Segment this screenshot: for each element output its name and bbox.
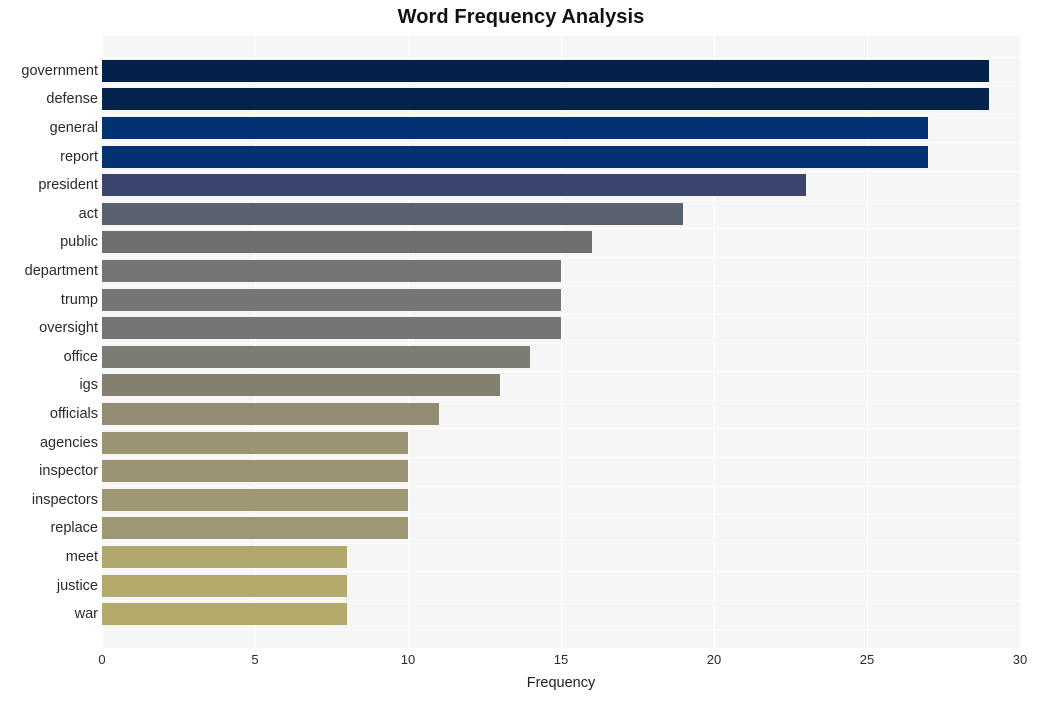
gridline-horizontal [102, 599, 1020, 601]
y-tick-label-justice: justice [56, 577, 98, 594]
bar-justice [102, 574, 347, 597]
gridline-horizontal [102, 456, 1020, 458]
gridline-horizontal [102, 514, 1020, 516]
y-tick-label-public: public [60, 234, 98, 251]
y-tick-label-igs: igs [79, 377, 98, 394]
chart-figure: Word Frequency Analysis government defens… [0, 0, 1042, 701]
bar-government [102, 59, 990, 82]
gridline-horizontal [102, 371, 1020, 373]
gridline-horizontal [102, 285, 1020, 287]
y-tick-label-officials: officials [49, 406, 98, 423]
gridline-horizontal [102, 542, 1020, 544]
y-tick-label-act: act [78, 205, 98, 222]
bar-igs [102, 374, 500, 397]
bar-general [102, 117, 929, 140]
bar-defense [102, 88, 990, 111]
y-tick-label-inspectors: inspectors [31, 491, 98, 508]
bar-officials [102, 403, 439, 426]
gridline-horizontal [102, 113, 1020, 115]
page-title: Word Frequency Analysis [397, 6, 645, 28]
bar-president [102, 174, 806, 197]
gridline-horizontal [102, 313, 1020, 315]
y-tick-label-agencies: agencies [39, 434, 98, 451]
bar-public [102, 231, 592, 254]
y-tick-label-department: department [24, 263, 98, 280]
bar-inspectors [102, 488, 408, 511]
x-tick-label-30: 30 [1012, 652, 1028, 667]
y-tick-label-inspector: inspector [39, 463, 98, 480]
y-tick-label-office: office [63, 348, 98, 365]
x-axis-label: Frequency [526, 675, 596, 691]
bar-report [102, 145, 929, 168]
y-tick-label-government: government [21, 62, 98, 79]
y-tick-label-general: general [49, 120, 98, 137]
gridline-horizontal [102, 85, 1020, 87]
gridline-horizontal [102, 56, 1020, 58]
x-tick-label-5: 5 [251, 652, 259, 667]
y-tick-label-defense: defense [46, 91, 98, 108]
x-tick-label-25: 25 [859, 652, 875, 667]
gridline-horizontal [102, 199, 1020, 201]
bar-replace [102, 517, 408, 540]
gridline-horizontal [102, 142, 1020, 144]
bar-office [102, 345, 531, 368]
gridline-horizontal [102, 428, 1020, 430]
gridline-horizontal [102, 256, 1020, 258]
gridline-horizontal [102, 399, 1020, 401]
bar-war [102, 603, 347, 626]
y-tick-label-trump: trump [60, 291, 98, 308]
gridline-horizontal [102, 571, 1020, 573]
x-tick-label-20: 20 [706, 652, 722, 667]
y-tick-label-president: president [38, 177, 98, 194]
bar-trump [102, 288, 561, 311]
bar-inspector [102, 460, 408, 483]
bar-act [102, 202, 684, 225]
bar-department [102, 260, 561, 283]
x-axis-tick-labels: 0 5 10 15 20 25 30 [98, 652, 1027, 674]
y-tick-label-meet: meet [65, 549, 98, 566]
gridline-horizontal [102, 342, 1020, 344]
x-tick-label-0: 0 [98, 652, 106, 667]
gridline-horizontal [102, 228, 1020, 230]
x-tick-label-15: 15 [553, 652, 569, 667]
y-tick-label-war: war [74, 606, 98, 623]
bar-agencies [102, 431, 408, 454]
y-axis-tick-labels: government defense general report president a… [0, 36, 98, 648]
x-tick-label-10: 10 [400, 652, 416, 667]
gridline-horizontal [102, 170, 1020, 172]
bar-oversight [102, 317, 561, 340]
y-tick-label-report: report [60, 148, 98, 165]
y-tick-label-oversight: oversight [39, 320, 98, 337]
plot-area [102, 36, 1020, 648]
gridline-horizontal [102, 628, 1020, 630]
y-tick-label-replace: replace [50, 520, 98, 537]
gridline-horizontal [102, 485, 1020, 487]
bar-meet [102, 546, 347, 569]
